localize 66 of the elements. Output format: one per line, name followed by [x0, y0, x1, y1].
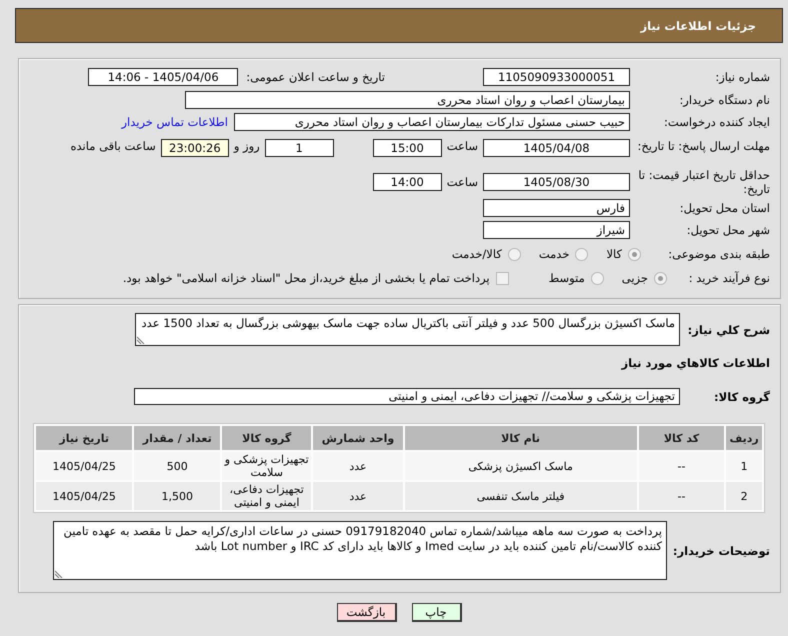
- buyer-contact-link[interactable]: اطلاعات تماس خریدار: [121, 115, 228, 129]
- column-header: تعداد / مقدار: [134, 426, 220, 450]
- validity-time-field[interactable]: 14:00: [372, 173, 442, 191]
- table-cell: 1405/04/25: [36, 482, 132, 510]
- goods-group-field[interactable]: تجهیزات پزشکی و سلامت// تجهیزات دفاعی، ایمنی و امنیتی: [134, 388, 680, 405]
- column-header: واحد شمارش: [313, 426, 403, 450]
- field-label: توضیحات خریدار:: [672, 544, 770, 558]
- buyer-notes-textarea[interactable]: پرداخت به صورت سه ماهه میباشد/شماره تماس 09179182040 حسنی در ساعات اداری/کرایه حمل تا مقصد به عهده تامین کننده کالاست/نام تامین کننده باید در سایت Imed و کالاها باید دارای کد IRC و Lot number باشد: [53, 521, 667, 580]
- field-label: نام دستگاه خریدار:: [678, 93, 770, 107]
- remaining-time-field[interactable]: 23:00:26: [160, 139, 229, 157]
- field-label: حداقل تاریخ اعتبار قیمت: تا تاریخ:: [637, 168, 770, 196]
- time-label: ساعت: [446, 175, 478, 189]
- field-label: مهلت ارسال پاسخ: تا تاریخ:: [636, 139, 770, 153]
- table-cell: --: [638, 482, 724, 510]
- radio-label: جزیی: [622, 271, 648, 285]
- print-button[interactable]: چاپ: [412, 603, 462, 622]
- table-cell: عدد: [313, 482, 403, 510]
- days-label: روز و: [234, 139, 260, 153]
- days-field[interactable]: 1: [264, 139, 334, 157]
- field-label: طبقه بندی موضوعی:: [667, 247, 770, 261]
- radio-label: خدمت: [538, 247, 570, 261]
- field-label: گروه کالا:: [713, 390, 770, 404]
- field-label: شهر محل تحویل:: [686, 223, 770, 237]
- remaining-label: ساعت باقی مانده: [70, 139, 156, 153]
- province-field[interactable]: فارس: [483, 199, 630, 217]
- table-cell: 1405/04/25: [36, 452, 132, 480]
- radio-label: کالا/خدمت: [452, 247, 502, 261]
- table-cell: عدد: [313, 452, 403, 480]
- column-header: تاریخ نیاز: [36, 426, 132, 450]
- table-cell: 2: [726, 482, 762, 510]
- validity-date-field[interactable]: 1405/08/30: [483, 173, 630, 191]
- radio-label: کالا: [606, 247, 622, 261]
- field-label: نوع فرآیند خرید :: [688, 271, 770, 285]
- column-header: نام کالا: [404, 426, 637, 450]
- column-header: ردیف: [726, 426, 762, 450]
- description-textarea[interactable]: ماسک اکسیژن بزرگسال 500 عدد و فیلتر آنتی باکتریال ساده جهت ماسک بیهوشی بزرگسال به تعداد 1500 عدد: [135, 313, 680, 346]
- requester-field[interactable]: حبیب حسنی مسئول تدارکات بیمارستان اعصاب و روان استاد محرری: [234, 113, 630, 131]
- field-label: تاریخ و ساعت اعلان عمومی:: [246, 70, 385, 84]
- deadline-date-field[interactable]: 1405/04/08: [483, 139, 630, 157]
- announce-date-field[interactable]: 1405/04/06 - 14:06: [88, 68, 238, 86]
- column-header: کد کالا: [638, 426, 724, 450]
- buyer-org-field[interactable]: بیمارستان اعصاب و روان استاد محرری: [185, 91, 630, 109]
- time-label: ساعت: [446, 139, 478, 153]
- table-cell: --: [638, 452, 724, 480]
- field-label: شماره نیاز:: [714, 70, 770, 84]
- field-label: شرح کلي نياز:: [686, 322, 770, 336]
- table-cell: تجهیزات دفاعی، ایمنی و امنیتی: [222, 482, 312, 510]
- table-cell: ماسک اکسیژن پزشکی: [404, 452, 637, 480]
- table-cell: فیلتر ماسک تنفسی: [404, 482, 637, 510]
- back-button[interactable]: بازگشت: [336, 603, 396, 622]
- table-cell: 500: [134, 452, 220, 480]
- field-label: ایجاد کننده درخواست:: [663, 115, 770, 129]
- page-title: جزئیات اطلاعات نیاز: [640, 18, 756, 32]
- column-header: گروه کالا: [222, 426, 312, 450]
- checkbox-label: پرداخت تمام یا بخشی از مبلغ خرید،از محل "اسناد خزانه اسلامی" خواهد بود.: [122, 271, 490, 285]
- resize-grip-icon[interactable]: [137, 336, 145, 344]
- table-cell: تجهیزات پزشکی و سلامت: [222, 452, 312, 480]
- table-cell: 1,500: [134, 482, 220, 510]
- field-label: استان محل تحویل:: [678, 201, 770, 215]
- table-cell: 1: [726, 452, 762, 480]
- resize-grip-icon[interactable]: [55, 570, 63, 578]
- radio-label: متوسط: [548, 271, 585, 285]
- city-field[interactable]: شیراز: [483, 221, 630, 239]
- deadline-time-field[interactable]: 15:00: [372, 139, 442, 157]
- section-title: اطلاعات کالاهاي مورد نياز: [622, 356, 770, 370]
- need-number-field[interactable]: 1105090933000051: [483, 68, 630, 86]
